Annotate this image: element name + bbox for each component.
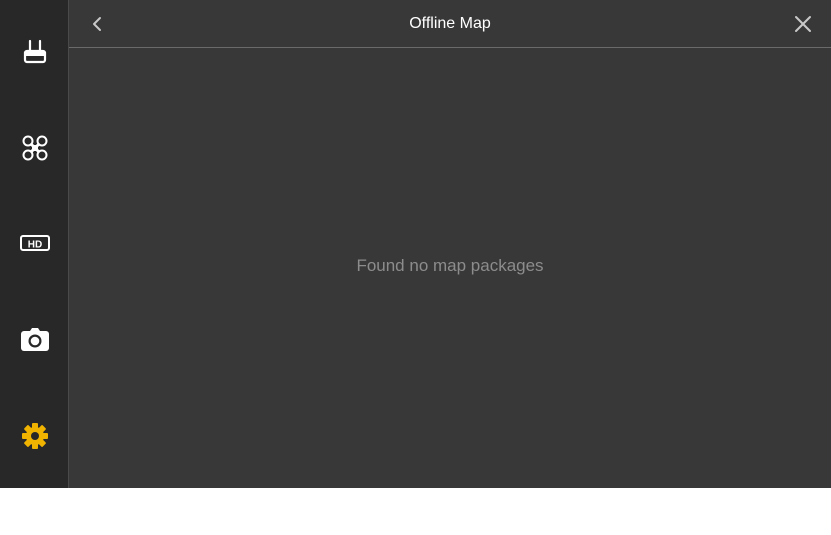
sidebar: HD [0,0,69,488]
sidebar-item-camera[interactable] [0,310,69,370]
camera-icon [20,328,49,351]
sidebar-item-remote-controller[interactable] [0,22,69,82]
hd-label: HD [27,240,41,251]
aircraft-icon [22,135,47,161]
sidebar-item-settings[interactable] [0,406,69,466]
header-bar: Offline Map [69,0,831,48]
app-window: HD Offline Map Found no map packages [0,0,831,488]
sidebar-item-aircraft[interactable] [0,118,69,178]
gear-icon [21,423,48,449]
sidebar-item-hd-transmission[interactable]: HD [0,213,69,273]
close-icon [795,16,811,32]
hd-transmission-icon: HD [19,235,50,251]
page-title: Offline Map [409,15,491,32]
map-packages-panel: Found no map packages [69,48,831,488]
remote-controller-icon [23,39,46,64]
empty-state-message: Found no map packages [356,256,544,275]
close-button[interactable] [781,0,825,48]
